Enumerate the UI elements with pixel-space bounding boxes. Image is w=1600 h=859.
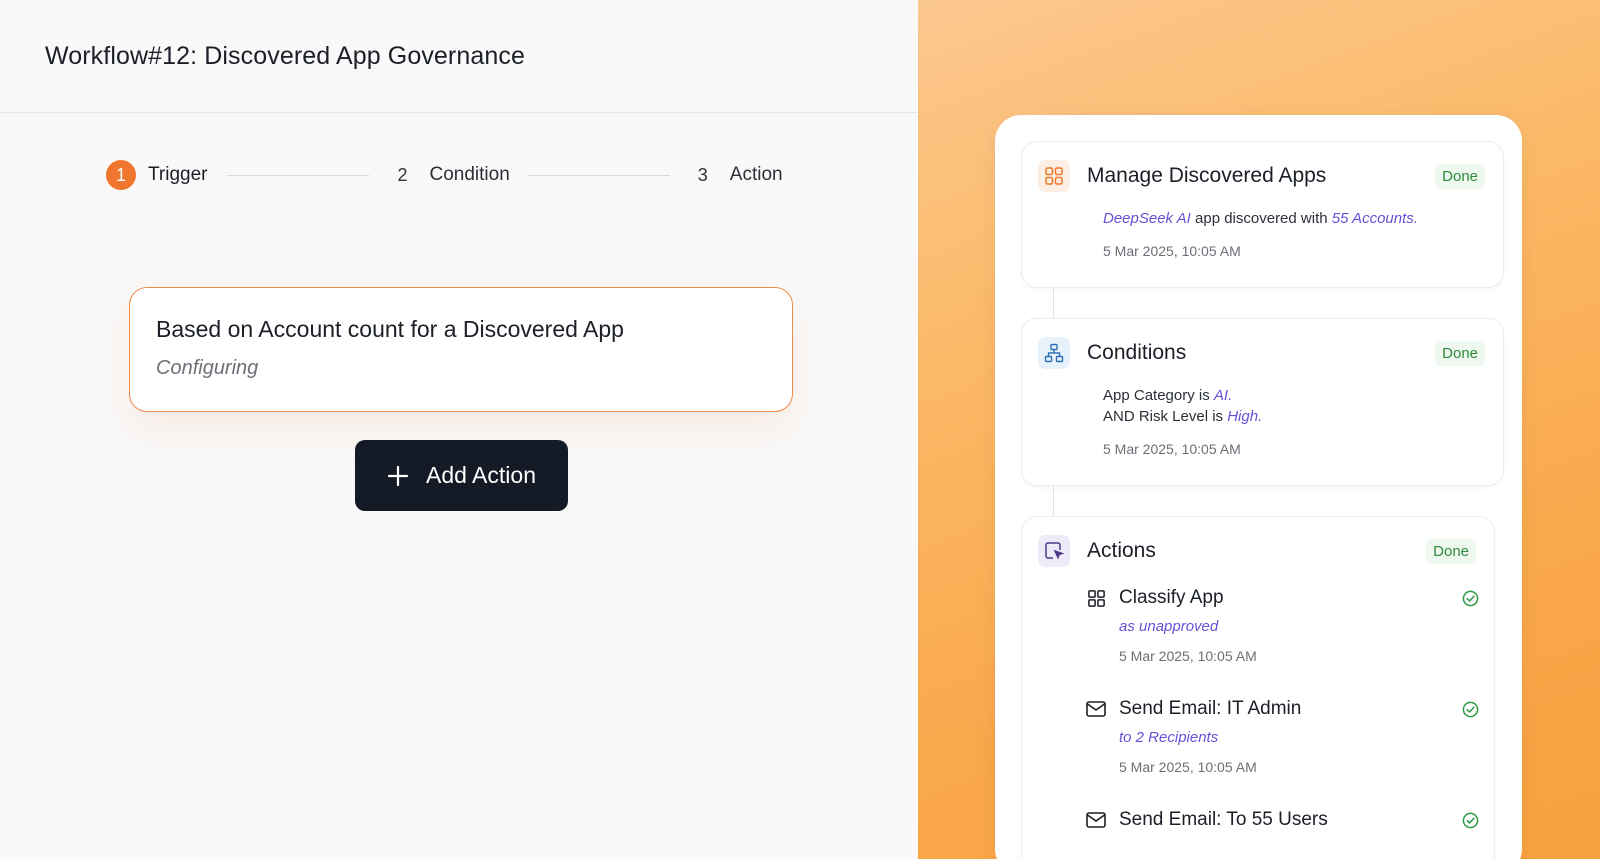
add-action-label: Add Action (426, 462, 536, 488)
condition-line: App Category is AI. (1103, 385, 1485, 406)
timestamp: 5 Mar 2025, 10:05 AM (1119, 648, 1257, 664)
manage-description: DeepSeek AI app discovered with 55 Accou… (1103, 208, 1485, 229)
action-title: Send Email: IT Admin (1119, 698, 1302, 719)
summary-panel: Manage Discovered Apps Done DeepSeek AI … (995, 115, 1522, 859)
grid-icon (1086, 588, 1106, 608)
card-body: DeepSeek AI app discovered with 55 Accou… (1103, 208, 1485, 262)
header: Workflow#12: Discovered App Governance (0, 0, 918, 113)
period: . (1228, 387, 1233, 404)
check-circle-icon (1461, 589, 1479, 607)
action-item-classify-app[interactable]: Classify App as unapproved 5 Mar 2025, 1… (1086, 587, 1479, 664)
action-title: Classify App (1119, 587, 1224, 608)
step-divider (527, 174, 670, 176)
timestamp: 5 Mar 2025, 10:05 AM (1103, 243, 1241, 259)
check-circle-icon (1461, 811, 1479, 829)
description-text: app discovered with (1190, 210, 1332, 227)
window-cursor-icon (1038, 535, 1070, 567)
condition-value[interactable]: High (1227, 408, 1258, 425)
action-item-email-it-admin[interactable]: Send Email: IT Admin to 2 Recipients 5 M… (1086, 698, 1479, 775)
status-badge: Done (1426, 538, 1476, 564)
stepper: 1 Trigger 2 Condition 3 Action (106, 160, 783, 190)
page-title: Workflow#12: Discovered App Governance (45, 41, 525, 70)
add-action-button[interactable]: Add Action (355, 440, 568, 511)
step-number: 1 (106, 160, 136, 190)
step-condition[interactable]: 2 Condition (387, 160, 509, 190)
workflow-editor: Workflow#12: Discovered App Governance 1… (0, 0, 918, 859)
hierarchy-icon (1038, 337, 1070, 369)
step-number: 3 (697, 164, 708, 185)
card-body: App Category is AI. AND Risk Level is Hi… (1103, 385, 1485, 460)
condition-text: App Category is (1103, 387, 1214, 404)
step-label: Action (729, 164, 783, 185)
mail-icon (1086, 810, 1106, 830)
period: . (1258, 408, 1263, 425)
condition-line: AND Risk Level is High. (1103, 406, 1485, 427)
step-trigger[interactable]: 1 Trigger (106, 160, 207, 190)
condition-text: AND Risk Level is (1103, 408, 1228, 425)
period: . (1413, 210, 1418, 227)
step-divider (227, 174, 370, 176)
accounts-count[interactable]: 55 Accounts (1332, 210, 1414, 227)
timestamp: 5 Mar 2025, 10:05 AM (1119, 759, 1257, 775)
summary-background: Manage Discovered Apps Done DeepSeek AI … (918, 0, 1600, 859)
condition-value[interactable]: AI (1214, 387, 1228, 404)
action-detail[interactable]: as unapproved (1119, 618, 1476, 635)
action-detail[interactable]: to 2 Recipients (1119, 729, 1476, 746)
plus-icon (387, 465, 409, 486)
action-title: Send Email: To 55 Users (1119, 809, 1328, 830)
step-action[interactable]: 3 Action (688, 160, 783, 190)
step-number: 2 (397, 164, 408, 185)
status-badge: Done (1435, 163, 1485, 189)
manage-apps-card[interactable]: Manage Discovered Apps Done DeepSeek AI … (1021, 141, 1504, 288)
step-label: Trigger (148, 164, 208, 185)
status-badge: Done (1435, 340, 1485, 366)
connector-line (1053, 288, 1054, 318)
trigger-card[interactable]: Based on Account count for a Discovered … (129, 287, 793, 412)
grid-icon (1038, 160, 1070, 192)
connector-line (1053, 486, 1054, 516)
trigger-status: Configuring (156, 357, 259, 379)
timestamp: 5 Mar 2025, 10:05 AM (1103, 441, 1241, 457)
mail-icon (1086, 699, 1106, 719)
app-name[interactable]: DeepSeek AI (1103, 210, 1191, 227)
trigger-title: Based on Account count for a Discovered … (156, 316, 624, 342)
step-label: Condition (429, 164, 510, 185)
actions-card[interactable]: Actions Done Classify App as unapproved … (1021, 516, 1495, 859)
conditions-card[interactable]: Conditions Done App Category is AI. AND … (1021, 318, 1504, 486)
action-item-email-users[interactable]: Send Email: To 55 Users (1086, 809, 1479, 831)
card-title: Actions (1087, 539, 1156, 562)
card-title: Manage Discovered Apps (1087, 164, 1327, 187)
card-title: Conditions (1087, 341, 1187, 364)
check-circle-icon (1461, 700, 1479, 718)
